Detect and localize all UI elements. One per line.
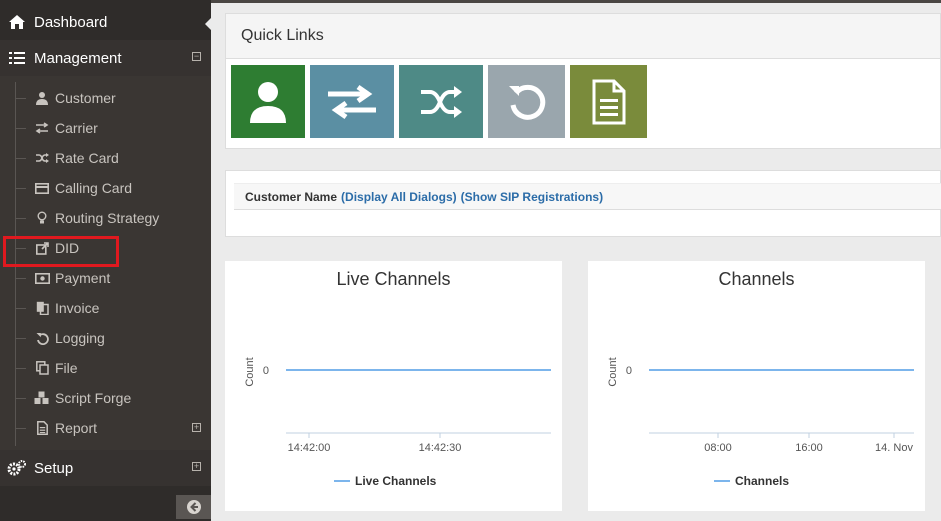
nav-setup[interactable]: Setup + <box>0 450 211 486</box>
home-icon <box>0 14 34 30</box>
copy-icon <box>34 360 50 376</box>
quick-links-title: Quick Links <box>226 14 940 59</box>
sidebar-item-label: Report <box>55 420 98 436</box>
customer-panel: Customer Name (Display All Dialogs) (Sho… <box>225 170 941 237</box>
user-icon <box>250 81 286 123</box>
y-axis-label: Count <box>244 357 256 386</box>
sidebar-item-calling-card[interactable]: Calling Card <box>0 173 211 203</box>
channels-chart-svg: Channels Count 0 08:00 16:00 14. Nov Channels <box>607 269 914 488</box>
sidebar-item-routing-strategy[interactable]: Routing Strategy <box>0 203 211 233</box>
exchange-icon <box>328 84 376 119</box>
live-channels-chart: Live Channels Count 0 14:42:00 14:42:30 Live … <box>225 261 562 511</box>
credit-card-icon <box>34 180 50 196</box>
sidebar-item-label: Invoice <box>55 300 100 316</box>
collapse-minus-icon[interactable]: − <box>192 52 201 61</box>
list-icon <box>0 50 34 66</box>
tree-tick <box>16 398 26 399</box>
sidebar: Dashboard Management − Customer Carrier Ra… <box>0 0 211 521</box>
sidebar-item-label: File <box>55 360 78 376</box>
customer-bar: Customer Name (Display All Dialogs) (Sho… <box>234 183 941 210</box>
sidebar-item-payment[interactable]: Payment <box>0 263 211 293</box>
sidebar-item-rate-card[interactable]: Rate Card <box>0 143 211 173</box>
undo-icon <box>34 330 50 346</box>
expand-plus-icon[interactable]: + <box>192 462 201 471</box>
sidebar-collapse-button[interactable] <box>176 495 211 519</box>
tree-tick <box>16 428 26 429</box>
tree-tick <box>16 128 26 129</box>
quick-link-customer[interactable] <box>231 65 305 138</box>
x-tick-label: 14:42:00 <box>288 442 331 454</box>
x-tick-label: 08:00 <box>704 442 732 454</box>
tree-tick <box>16 218 26 219</box>
sidebar-item-logging[interactable]: Logging <box>0 323 211 353</box>
y-axis-label: Count <box>607 357 619 386</box>
tree-tick <box>16 188 26 189</box>
file-text-icon <box>34 420 50 436</box>
quick-links-panel: Quick Links <box>225 13 941 149</box>
show-sip-registrations-link[interactable]: (Show SIP Registrations) <box>461 190 603 204</box>
customer-name-label: Customer Name <box>245 189 338 204</box>
nav-setup-label: Setup <box>34 459 74 477</box>
refresh-icon <box>508 84 545 120</box>
nav-management-label: Management <box>34 49 122 67</box>
tree-tick <box>16 98 26 99</box>
sidebar-item-script-forge[interactable]: Script Forge <box>0 383 211 413</box>
legend-label: Live Channels <box>355 474 437 488</box>
sidebar-item-invoice[interactable]: Invoice <box>0 293 211 323</box>
chart-title: Channels <box>718 269 794 289</box>
tree-tick <box>16 368 26 369</box>
quick-link-carrier[interactable] <box>310 65 394 138</box>
sidebar-item-label: Logging <box>55 330 105 346</box>
did-highlight-box <box>3 236 119 267</box>
sidebar-item-label: Script Forge <box>55 390 132 406</box>
sidebar-item-label: Payment <box>55 270 111 286</box>
exchange-icon <box>34 120 50 136</box>
gears-icon <box>0 459 34 477</box>
random-icon <box>421 85 462 118</box>
tree-tick <box>16 158 26 159</box>
expand-plus-icon[interactable]: + <box>192 423 201 432</box>
sidebar-item-report[interactable]: Report + <box>0 413 211 443</box>
cubes-icon <box>34 390 50 406</box>
sidebar-item-label: Carrier <box>55 120 98 136</box>
display-all-dialogs-link[interactable]: (Display All Dialogs) <box>341 190 457 204</box>
sidebar-item-file[interactable]: File <box>0 353 211 383</box>
chart-title: Live Channels <box>336 269 450 289</box>
x-tick-label: 16:00 <box>795 442 823 454</box>
legend-label: Channels <box>735 474 789 488</box>
x-tick-label: 14:42:30 <box>419 442 462 454</box>
y-tick-label: 0 <box>626 365 632 377</box>
money-icon <box>34 270 50 286</box>
y-tick-label: 0 <box>263 365 269 377</box>
random-icon <box>34 150 50 166</box>
file-text-icon <box>592 79 625 124</box>
sidebar-item-customer[interactable]: Customer <box>0 83 211 113</box>
sidebar-item-label: Customer <box>55 90 116 106</box>
sidebar-item-label: Routing Strategy <box>55 210 160 226</box>
quick-link-report[interactable] <box>570 65 647 138</box>
files-icon <box>34 300 50 316</box>
nav-dashboard-label: Dashboard <box>34 13 108 31</box>
sidebar-item-label: Calling Card <box>55 180 133 196</box>
sidebar-item-label: Rate Card <box>55 150 119 166</box>
nav-dashboard[interactable]: Dashboard <box>0 4 211 40</box>
user-icon <box>34 90 50 106</box>
live-channels-chart-svg: Live Channels Count 0 14:42:00 14:42:30 Live … <box>244 269 551 488</box>
lightbulb-icon <box>34 210 50 226</box>
channels-chart: Channels Count 0 08:00 16:00 14. Nov Channels <box>588 261 925 511</box>
x-tick-label: 14. Nov <box>875 442 913 454</box>
quick-link-logging[interactable] <box>488 65 565 138</box>
tree-tick <box>16 308 26 309</box>
nav-management[interactable]: Management − <box>0 40 211 76</box>
sidebar-item-carrier[interactable]: Carrier <box>0 113 211 143</box>
arrow-left-circle-icon <box>186 500 201 514</box>
active-pointer <box>205 18 211 30</box>
quick-link-rate-card[interactable] <box>399 65 483 138</box>
tree-tick <box>16 278 26 279</box>
tree-tick <box>16 338 26 339</box>
